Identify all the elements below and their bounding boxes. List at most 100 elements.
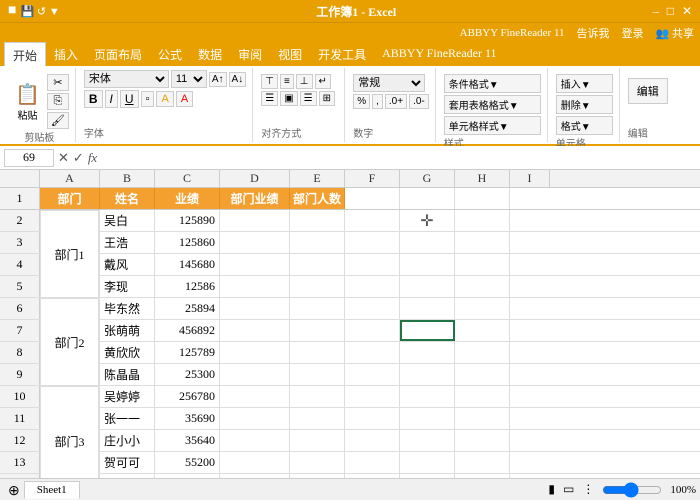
cell-D6[interactable] (220, 298, 290, 319)
cell-H10[interactable] (455, 386, 510, 407)
table-format-button[interactable]: 套用表格格式▼ (444, 95, 541, 114)
cell-C11[interactable]: 35690 (155, 408, 220, 429)
paste-button[interactable]: 📋 粘贴 (10, 79, 45, 125)
tab-layout[interactable]: 页面布局 (86, 42, 150, 66)
cell-E11[interactable] (290, 408, 345, 429)
col-header-C[interactable]: C (155, 170, 220, 187)
cell-D10[interactable] (220, 386, 290, 407)
cell-C1[interactable]: 业绩 (155, 188, 220, 209)
cell-C5[interactable]: 12586 (155, 276, 220, 297)
comma-button[interactable]: , (372, 94, 383, 109)
cell-I11[interactable] (510, 408, 550, 429)
cell-I10[interactable] (510, 386, 550, 407)
cell-D12[interactable] (220, 430, 290, 451)
cell-G13[interactable] (400, 452, 455, 473)
align-middle-button[interactable]: ≡ (280, 74, 294, 89)
percent-button[interactable]: % (353, 94, 370, 109)
font-name-select[interactable]: 宋体 (84, 70, 169, 88)
cell-D13[interactable] (220, 452, 290, 473)
cell-F11[interactable] (345, 408, 400, 429)
cell-H12[interactable] (455, 430, 510, 451)
cell-C4[interactable]: 145680 (155, 254, 220, 275)
sheet-tab-1[interactable]: Sheet1 (24, 481, 80, 499)
font-size-select[interactable]: 11 (171, 70, 207, 88)
cell-D4[interactable] (220, 254, 290, 275)
cell-B5[interactable]: 李现 (100, 276, 155, 297)
cell-style-button[interactable]: 单元格样式▼ (444, 116, 541, 135)
tab-formula[interactable]: 公式 (150, 42, 190, 66)
cell-F10[interactable] (345, 386, 400, 407)
cell-F1[interactable] (345, 188, 400, 209)
cell-G1[interactable] (400, 188, 455, 209)
cell-C2[interactable]: 125890 (155, 210, 220, 231)
cell-I6[interactable] (510, 298, 550, 319)
cell-G5[interactable] (400, 276, 455, 297)
cell-A1[interactable]: 部门 (40, 188, 100, 209)
cell-I8[interactable] (510, 342, 550, 363)
confirm-icon[interactable]: ✓ (73, 150, 84, 166)
cell-G6[interactable] (400, 298, 455, 319)
cell-B3[interactable]: 王浩 (100, 232, 155, 253)
cell-E8[interactable] (290, 342, 345, 363)
cell-E5[interactable] (290, 276, 345, 297)
cell-G12[interactable] (400, 430, 455, 451)
font-color-button[interactable]: A (176, 91, 193, 107)
cell-H13[interactable] (455, 452, 510, 473)
zoom-slider[interactable] (602, 485, 662, 495)
cell-H4[interactable] (455, 254, 510, 275)
cell-H3[interactable] (455, 232, 510, 253)
quick-access[interactable]: 💾 ↺ ▼ (20, 5, 59, 18)
cell-F2[interactable] (345, 210, 400, 231)
align-bottom-button[interactable]: ⊥ (296, 74, 313, 89)
col-header-I[interactable]: I (510, 170, 550, 187)
col-header-F[interactable]: F (345, 170, 400, 187)
cell-I1[interactable] (510, 188, 550, 209)
cell-H8[interactable] (455, 342, 510, 363)
cell-E2[interactable] (290, 210, 345, 231)
window-buttons[interactable]: – □ ✕ (653, 4, 692, 19)
align-top-button[interactable]: ⊤ (261, 74, 278, 89)
edit-button[interactable]: 编辑 (628, 78, 668, 104)
decrease-font-button[interactable]: A↓ (229, 72, 247, 87)
formula-input[interactable] (101, 150, 696, 165)
col-header-A[interactable]: A (40, 170, 100, 187)
cell-B11[interactable]: 张一一 (100, 408, 155, 429)
close-button[interactable]: ✕ (682, 4, 692, 19)
cell-F6[interactable] (345, 298, 400, 319)
cell-D9[interactable] (220, 364, 290, 385)
cancel-icon[interactable]: ✕ (58, 150, 69, 166)
cell-D11[interactable] (220, 408, 290, 429)
cell-E13[interactable] (290, 452, 345, 473)
wrap-text-button[interactable]: ↵ (315, 74, 331, 89)
bold-button[interactable]: B (84, 90, 103, 108)
cell-B6[interactable]: 毕东然 (100, 298, 155, 319)
cell-F7[interactable] (345, 320, 400, 341)
cell-F3[interactable] (345, 232, 400, 253)
col-header-G[interactable]: G (400, 170, 455, 187)
cell-H1[interactable] (455, 188, 510, 209)
merge-button[interactable]: ⊞ (319, 91, 335, 106)
cell-E9[interactable] (290, 364, 345, 385)
cell-H2[interactable] (455, 210, 510, 231)
cell-E3[interactable] (290, 232, 345, 253)
col-header-D[interactable]: D (220, 170, 290, 187)
delete-cells-button[interactable]: 删除▼ (556, 95, 613, 114)
cell-E6[interactable] (290, 298, 345, 319)
number-format-select[interactable]: 常规 (353, 74, 425, 92)
minimize-button[interactable]: – (653, 4, 659, 19)
add-sheet-button[interactable]: ⊕ (4, 482, 24, 499)
cell-F12[interactable] (345, 430, 400, 451)
cell-F4[interactable] (345, 254, 400, 275)
decrease-decimal-button[interactable]: .0- (409, 94, 429, 109)
tab-insert[interactable]: 插入 (46, 42, 86, 66)
fill-color-button[interactable]: A (156, 91, 173, 107)
cell-E12[interactable] (290, 430, 345, 451)
tab-home[interactable]: 开始 (4, 42, 46, 66)
cell-D8[interactable] (220, 342, 290, 363)
cell-reference-input[interactable]: 69 (4, 149, 54, 167)
cell-G7[interactable] (400, 320, 455, 341)
tab-dev[interactable]: 开发工具 (310, 42, 374, 66)
underline-button[interactable]: U (120, 90, 139, 108)
cell-D1[interactable]: 部门业绩 (220, 188, 290, 209)
col-header-B[interactable]: B (100, 170, 155, 187)
